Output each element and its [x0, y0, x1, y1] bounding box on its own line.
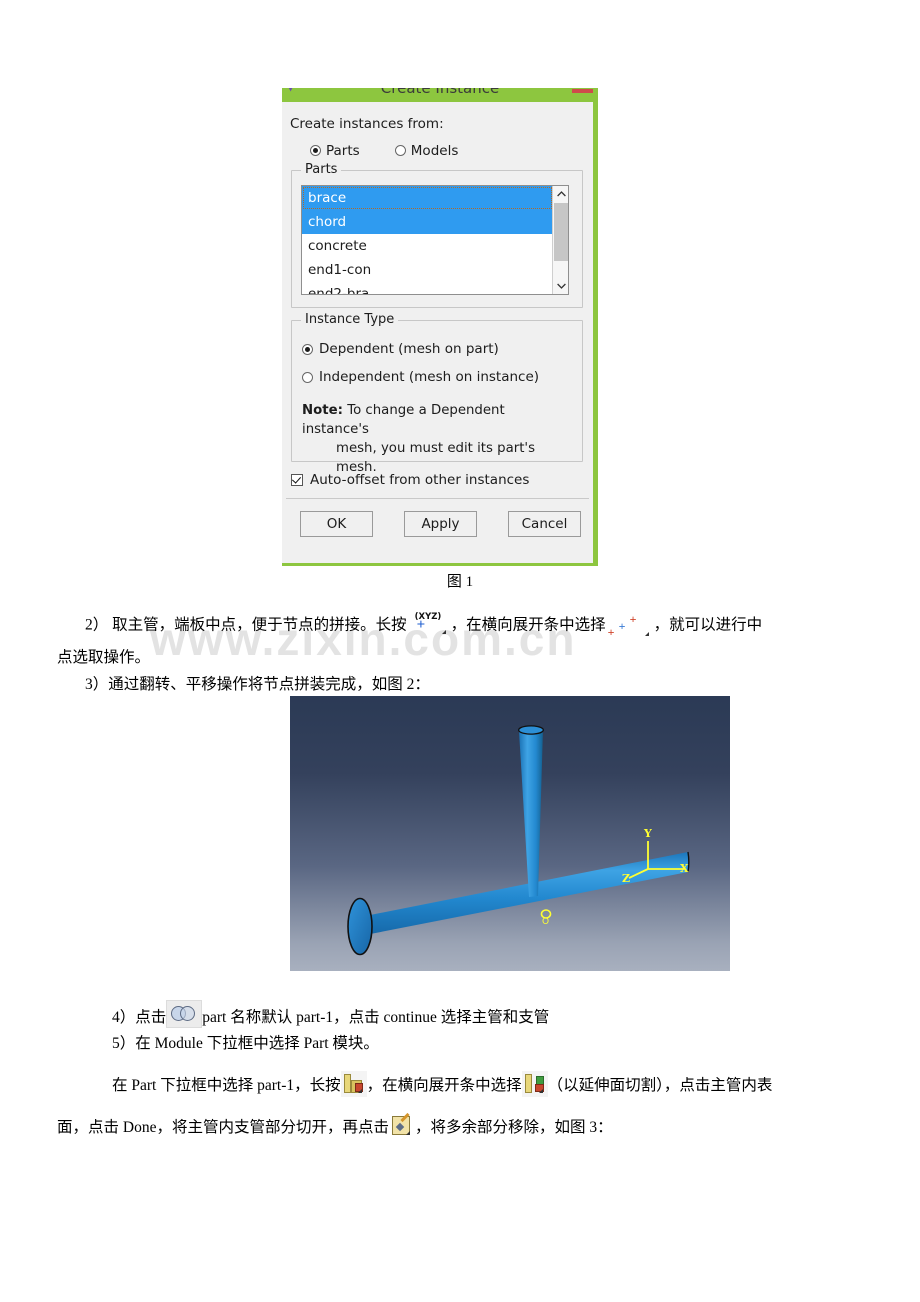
axis-label-x: X: [680, 862, 689, 875]
scroll-down-icon[interactable]: [553, 278, 568, 294]
plus-glyph-red-2: +: [629, 612, 637, 626]
plus-glyph-blue: +: [618, 619, 626, 633]
parts-listbox[interactable]: brace chord concrete end1-con end2-bra: [301, 185, 569, 295]
step-2-line-2: 点选取操作。: [57, 649, 151, 666]
radio-models-label: Models: [410, 142, 459, 159]
parts-group-title: Parts: [301, 162, 342, 177]
radio-independent-indicator: [302, 371, 313, 383]
dialog-titlebar[interactable]: ▼ Create Instance: [282, 88, 593, 102]
dialog-body: Create instances from: Parts Models Part…: [282, 102, 593, 563]
merge-circle-right: [180, 1006, 196, 1021]
radio-independent[interactable]: Independent (mesh on instance): [302, 369, 539, 385]
origin-marker: O: [540, 909, 552, 927]
parts-scrollbar[interactable]: [552, 186, 568, 294]
dialog-button-row: OK Apply Cancel: [282, 511, 593, 543]
radio-models[interactable]: Models: [394, 142, 459, 159]
cancel-button[interactable]: Cancel: [508, 511, 581, 537]
step-2-text-a: 取主管，端板中点，便于节点的拼接。长按: [112, 616, 407, 634]
figure1-caption: 图 1: [446, 574, 474, 590]
step-6-text-e: ，将多余部分移除，如图 3：: [414, 1119, 613, 1136]
dropdown-triangle-icon: [405, 1131, 410, 1135]
source-radio-group: Parts Models: [310, 141, 570, 161]
merge-cut-instances-icon[interactable]: [166, 1000, 203, 1028]
radio-parts-indicator: [310, 145, 321, 156]
t-joint-model: O Y X Z: [347, 725, 690, 956]
partition-cell-icon[interactable]: [340, 1071, 367, 1097]
note-label: Note:: [302, 403, 343, 418]
instance-type-note: Note: To change a Dependent instance's m…: [302, 401, 570, 477]
step-6-line-2: 面，点击 Done，将主管内支管部分切开，再点击 ，将多余部分移除，如图 3：: [57, 1112, 613, 1141]
remove-faces-icon[interactable]: [389, 1112, 415, 1139]
step-5-line: 5）在 Module 下拉框中选择 Part 模块。: [112, 1035, 379, 1052]
radio-dependent[interactable]: Dependent (mesh on part): [302, 341, 499, 357]
step-3-line: 3）通过翻转、平移操作将节点拼装完成，如图 2：: [85, 676, 430, 693]
instance-type-group: Instance Type Dependent (mesh on part) I…: [291, 312, 583, 475]
button-separator: [286, 498, 589, 499]
radio-independent-label: Independent (mesh on instance): [319, 369, 540, 385]
step-4-prefix: 4）点击: [112, 1009, 167, 1026]
origin-label: O: [542, 917, 549, 927]
partition-block-yellow: [343, 1074, 351, 1093]
scrollbar-thumb[interactable]: [554, 203, 568, 261]
document-page: www.zixin.com.cn ▼ Create Instance Creat…: [0, 0, 920, 1302]
auto-offset-checkbox[interactable]: Auto-offset from other instances: [291, 472, 529, 488]
list-item[interactable]: brace: [302, 186, 553, 210]
list-item[interactable]: concrete: [302, 234, 553, 258]
parts-list: brace chord concrete end1-con end2-bra: [302, 186, 553, 294]
step-4-line: 4）点击 part 名称默认 part-1，点击 continue 选择主管和支管: [112, 1000, 549, 1031]
dropdown-triangle-icon: [644, 632, 649, 636]
partition-block-yellow: [524, 1074, 532, 1093]
abaqus-viewport[interactable]: O Y X Z: [290, 696, 730, 971]
dialog-title: Create Instance: [380, 88, 500, 97]
instance-type-title: Instance Type: [301, 312, 399, 327]
partition-extend-face-icon[interactable]: [521, 1071, 548, 1097]
radio-models-indicator: [394, 145, 406, 156]
brace-pipe: [517, 725, 545, 897]
plus-glyph-red-1: +: [607, 625, 615, 639]
step-6-text-b: ，在横向展开条中选择: [366, 1077, 522, 1094]
step-2-text-b: ，在横向展开条中选择: [450, 616, 606, 634]
chord-pipe: [347, 851, 690, 956]
dropdown-triangle-icon: [538, 1089, 543, 1093]
radio-dependent-label: Dependent (mesh on part): [319, 341, 499, 357]
step-6-text-c: （以延伸面切割），点击主管内表: [547, 1077, 773, 1094]
parts-group: Parts brace chord concrete end1-con end2…: [291, 162, 583, 308]
list-item[interactable]: end1-con: [302, 258, 553, 282]
dropdown-triangle-icon: [357, 1089, 362, 1093]
step-2-number: 2）: [85, 616, 109, 634]
step-2-text-c: ，就可以进行中: [653, 616, 763, 634]
plus-glyph: +: [416, 617, 426, 633]
create-from-label: Create instances from:: [290, 116, 444, 132]
list-item[interactable]: end2-bra: [302, 282, 553, 294]
step-6-text-a: 在 Part 下拉框中选择 part-1，长按: [112, 1077, 341, 1094]
midpoint-tool-icon[interactable]: + + +: [606, 612, 654, 640]
scroll-up-icon[interactable]: [553, 186, 568, 202]
close-icon[interactable]: [572, 89, 593, 93]
step-6-text-d: 面，点击 Done，将主管内支管部分切开，再点击: [57, 1119, 389, 1136]
radio-parts-label: Parts: [326, 142, 360, 159]
midpoint-xyz-icon[interactable]: (XYZ) +: [407, 612, 451, 638]
apply-button[interactable]: Apply: [404, 511, 477, 537]
axis-label-y: Y: [643, 827, 652, 840]
dropdown-triangle-icon: [441, 630, 446, 634]
step-4-suffix: part 名称默认 part-1，点击 continue 选择主管和支管: [202, 1009, 550, 1026]
auto-offset-label: Auto-offset from other instances: [310, 472, 530, 488]
list-item[interactable]: chord: [302, 210, 553, 234]
ok-button[interactable]: OK: [300, 511, 373, 537]
axis-label-z: Z: [622, 872, 630, 885]
step-2-line-1: 2） 取主管，端板中点，便于节点的拼接。长按 (XYZ) + ，在横向展开条中选择 + +…: [85, 612, 762, 640]
radio-parts[interactable]: Parts: [310, 143, 360, 159]
checkbox-indicator: [291, 474, 303, 486]
create-instance-dialog: ▼ Create Instance Create instances from:…: [282, 88, 598, 566]
radio-dependent-indicator: [302, 343, 313, 355]
step-6-line-1: 在 Part 下拉框中选择 part-1，长按 ，在横向展开条中选择 （以延伸面切割…: [112, 1071, 772, 1099]
